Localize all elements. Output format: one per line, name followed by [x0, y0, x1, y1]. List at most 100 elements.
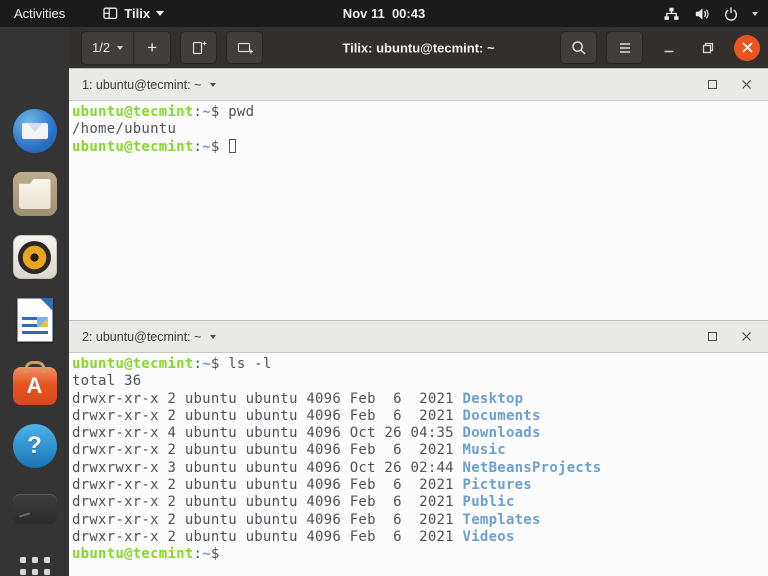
restore-button[interactable] [695, 35, 721, 61]
chevron-down-icon [752, 11, 758, 16]
close-icon [742, 332, 751, 341]
pane-1-maximize-button[interactable] [708, 80, 717, 89]
dock-item-show-applications[interactable] [11, 549, 59, 576]
terminal-text-segment: /home/ubuntu [72, 121, 177, 138]
pane-1-controls [708, 79, 755, 90]
tilix-window: 1/2 + Tilix: ubuntu@tecmint: ~ 1: ubuntu… [69, 27, 768, 576]
dock: A ? [0, 27, 69, 576]
new-session-button[interactable]: + [134, 31, 171, 64]
pane-2-header[interactable]: 2: ubuntu@tecmint: ~ [69, 320, 768, 353]
tilix-app-icon [103, 6, 118, 21]
terminal-text-segment: drwxrwxr-x 3 ubuntu ubuntu 4096 Oct 26 0… [72, 459, 463, 476]
clock[interactable]: Nov 11 00:43 [343, 0, 425, 27]
dock-item-tilix[interactable] [11, 486, 59, 532]
terminal-text-segment: total 36 [72, 373, 142, 390]
terminal-2-output: ubuntu@tecmint:~$ ls -l total 36 drwxr-xr-… [69, 353, 768, 564]
terminal-text-segment: $ [210, 546, 229, 563]
thunderbird-icon [12, 109, 57, 153]
chevron-down-icon[interactable] [210, 82, 217, 87]
pane-1-header[interactable]: 1: ubuntu@tecmint: ~ [69, 68, 768, 101]
terminal-text-segment: Videos [462, 528, 515, 545]
terminal-text-segment: ubuntu@tecmint [72, 104, 194, 120]
power-icon [723, 6, 739, 22]
terminal-text-segment: drwxr-xr-x 4 ubuntu ubuntu 4096 Oct 26 0… [72, 425, 463, 442]
activities-button[interactable]: Activities [0, 0, 79, 27]
split-down-button[interactable] [226, 31, 264, 64]
search-icon [571, 40, 586, 55]
terminal-text-segment: Documents [462, 407, 541, 424]
split-right-icon [192, 41, 207, 54]
pane-2-controls [708, 331, 755, 342]
terminal-text-segment: drwxr-xr-x 2 ubuntu ubuntu 4096 Feb 6 20… [72, 494, 463, 511]
terminal-text-segment: ~ [202, 138, 211, 155]
terminal-2[interactable]: ubuntu@tecmint:~$ ls -l total 36 drwxr-xr-… [69, 353, 768, 576]
window-controls [560, 31, 760, 64]
terminal-text-segment: Music [462, 442, 506, 459]
close-icon [742, 80, 751, 89]
terminal-text-segment: Templates [462, 511, 541, 528]
terminal-text-segment: : [193, 104, 203, 120]
top-bar: Activities Tilix Nov 11 00:43 [0, 0, 768, 27]
terminal-text-segment: $ ls -l [210, 356, 272, 372]
pane-2-maximize-button[interactable] [708, 332, 717, 341]
terminal-text-segment: $ pwd [210, 104, 255, 120]
system-status-area[interactable] [663, 6, 768, 22]
terminal-text-segment: : [193, 546, 203, 563]
terminal-line: ubuntu@tecmint:~$ [72, 138, 768, 156]
terminal-1[interactable]: ubuntu@tecmint: ~ $ pwd/home/ubuntu ubuntu@… [69, 101, 768, 320]
dock-item-rhythmbox[interactable] [11, 234, 59, 280]
terminal-text-segment: drwxr-xr-x 2 ubuntu ubuntu 4096 Feb 6 20… [72, 477, 463, 494]
tilix-icon [12, 494, 57, 524]
terminal-text-segment: drwxr-xr-x 2 ubuntu ubuntu 4096 Feb 6 20… [72, 442, 463, 459]
terminal-line: drwxrwxr-x 3 ubuntu ubuntu 4096 Oct 26 0… [72, 460, 768, 477]
split-right-button[interactable] [180, 31, 218, 64]
close-icon [742, 42, 752, 53]
volume-icon [693, 6, 710, 22]
search-button[interactable] [560, 31, 597, 64]
libreoffice-writer-icon [16, 298, 53, 342]
terminal-line: drwxr-xr-x 2 ubuntu ubuntu 4096 Feb 6 20… [72, 477, 768, 494]
files-icon [12, 172, 57, 216]
dock-item-ubuntu-software[interactable]: A [11, 360, 59, 406]
terminal-1-output: ubuntu@tecmint: ~ $ pwd/home/ubuntu ubuntu@… [69, 101, 768, 156]
help-icon: ? [12, 424, 57, 468]
terminal-line: drwxr-xr-x 4 ubuntu ubuntu 4096 Oct 26 0… [72, 425, 768, 442]
pane-1-title: 1: ubuntu@tecmint: ~ [82, 77, 202, 92]
terminal-text-segment: drwxr-xr-x 2 ubuntu ubuntu 4096 Feb 6 20… [72, 407, 463, 424]
minimize-icon [664, 50, 674, 52]
terminal-text-segment: Desktop [462, 390, 524, 407]
ubuntu-software-icon: A [12, 366, 57, 405]
dock-item-help[interactable]: ? [11, 423, 59, 469]
terminal-line: /home/ubuntu [72, 121, 768, 138]
terminal-text-segment: drwxr-xr-x 2 ubuntu ubuntu 4096 Feb 6 20… [72, 528, 463, 545]
pane-2-close-button[interactable] [741, 331, 752, 342]
dock-item-thunderbird[interactable] [11, 108, 59, 154]
terminal-text-segment: ubuntu@tecmint [72, 546, 194, 563]
session-counter: 1/2 [92, 40, 111, 55]
session-counter-button[interactable]: 1/2 [82, 31, 135, 64]
terminal-text-segment: $ [210, 138, 229, 155]
restore-icon [702, 42, 714, 53]
dock-item-files[interactable] [11, 171, 59, 217]
chevron-down-icon [117, 45, 124, 50]
dock-item-firefox[interactable] [11, 45, 59, 91]
dock-item-libreoffice-writer[interactable] [11, 297, 59, 343]
terminal-line: ubuntu@tecmint:~$ [72, 546, 768, 563]
terminal-line: drwxr-xr-x 2 ubuntu ubuntu 4096 Feb 6 20… [72, 391, 768, 408]
rhythmbox-icon [12, 235, 57, 279]
pane-1-close-button[interactable] [741, 79, 752, 90]
terminal-text-segment: drwxr-xr-x 2 ubuntu ubuntu 4096 Feb 6 20… [72, 511, 463, 528]
terminal-text-segment: Pictures [462, 477, 532, 494]
terminal-text-segment: : [193, 356, 203, 372]
minimize-button[interactable] [656, 35, 682, 61]
focused-app-menu[interactable]: Tilix [103, 6, 165, 21]
chevron-down-icon [156, 11, 165, 16]
close-button[interactable] [734, 34, 760, 61]
pane-2-title: 2: ubuntu@tecmint: ~ [82, 329, 202, 344]
menu-button[interactable] [606, 31, 643, 64]
terminal-text-segment: ~ [202, 356, 211, 372]
chevron-down-icon[interactable] [210, 334, 217, 339]
terminal-line: total 36 [72, 373, 768, 390]
terminal-text-segment: ~ [202, 546, 211, 563]
firefox-icon [13, 46, 57, 90]
